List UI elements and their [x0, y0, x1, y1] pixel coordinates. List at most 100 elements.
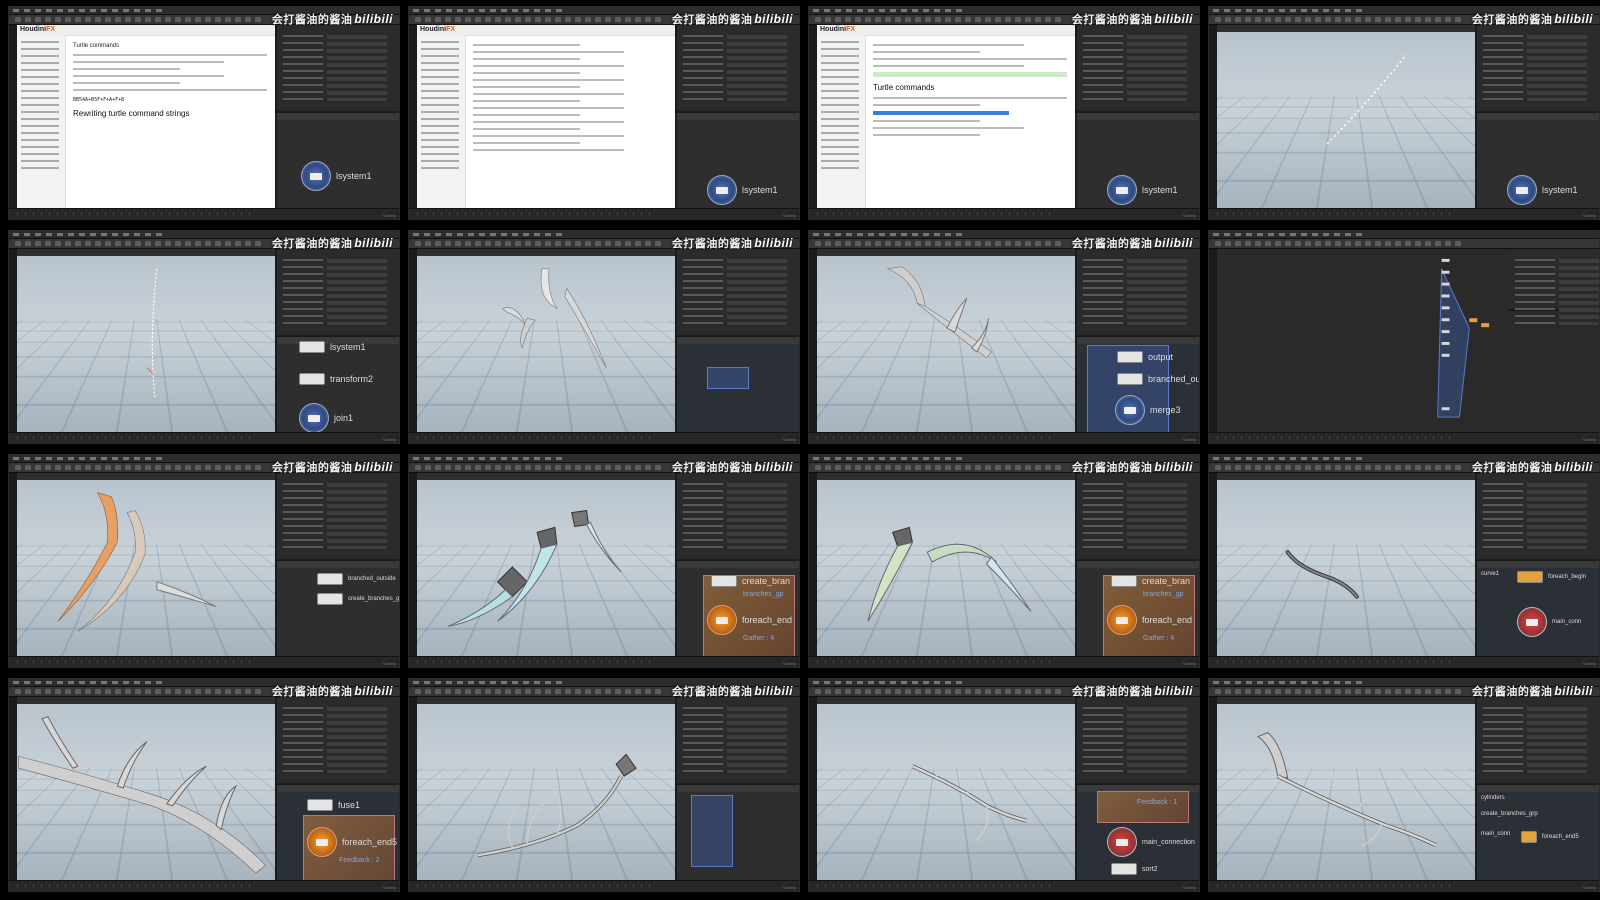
3d-viewport[interactable]	[817, 473, 1075, 656]
3d-viewport[interactable]	[17, 249, 275, 432]
timeline[interactable]	[409, 432, 799, 443]
3d-viewport[interactable]	[17, 473, 275, 656]
network-view[interactable]: lsystem1	[677, 113, 799, 208]
network-view[interactable]: output branched_outside merge3	[1077, 337, 1199, 432]
node-lsystem[interactable]: lsystem1	[299, 341, 366, 353]
network-view[interactable]: fuse1 foreach_end5 Feedback : 2	[277, 785, 399, 880]
node-main-connection[interactable]: main_conn	[1517, 607, 1581, 637]
node-branches-outside[interactable]: branched_outside	[1117, 373, 1199, 385]
timeline[interactable]	[409, 208, 799, 219]
timeline[interactable]	[9, 432, 399, 443]
thumbnail-docs-symbols[interactable]: 会打酱油的酱油 bilibili HoudiniFX lsystem1 Udemy	[408, 6, 800, 220]
network-view[interactable]: lsystem1	[1477, 113, 1599, 208]
node-lsystem[interactable]: lsystem1	[301, 161, 372, 191]
timeline[interactable]	[809, 656, 1199, 667]
node-fuse[interactable]: fuse1	[307, 799, 360, 811]
timeline[interactable]	[1209, 656, 1599, 667]
thumbnail-branch-fuse[interactable]: 会打酱油的酱油 bilibili fuse1 foreach_end5 Feed…	[8, 678, 400, 892]
node-foreach-end5[interactable]: foreach_end5	[307, 827, 397, 857]
thumbnail-single-curve[interactable]: 会打酱油的酱油 bilibili curve1 foreach_begin mai…	[1208, 454, 1600, 668]
parameter-pane[interactable]	[1477, 473, 1599, 561]
3d-viewport[interactable]	[1217, 25, 1475, 208]
node-curve[interactable]: curve1	[1481, 571, 1499, 577]
thumbnail-twisting-branches[interactable]: 会打酱油的酱油 bilibili Udemy	[408, 678, 800, 892]
thumbnail-main-connection[interactable]: 会打酱油的酱油 bilibili Feedback : 1 main_connec…	[808, 678, 1200, 892]
parameter-pane[interactable]	[1477, 697, 1599, 785]
timeline[interactable]	[809, 432, 1199, 443]
network-view-full[interactable]	[1217, 249, 1599, 432]
node-main-connection[interactable]: main_conn	[1481, 831, 1510, 837]
timeline[interactable]	[1209, 432, 1599, 443]
parameter-pane[interactable]	[277, 249, 399, 337]
help-sidebar[interactable]	[417, 35, 466, 208]
network-view[interactable]: curve1 foreach_begin main_conn	[1477, 561, 1599, 656]
network-view[interactable]: Feedback : 1 main_connection sort2	[1077, 785, 1199, 880]
node-foreach-end[interactable]: foreach_end	[707, 605, 792, 635]
network-view[interactable]: lsystem1 transform2 join1	[277, 337, 399, 432]
timeline[interactable]	[9, 880, 399, 891]
thumbnail-branch-merge[interactable]: 会打酱油的酱油bilibili output branched_outside	[808, 230, 1200, 444]
parameter-pane[interactable]	[277, 25, 399, 113]
parameter-pane[interactable]	[677, 249, 799, 337]
network-view[interactable]	[677, 785, 799, 880]
3d-viewport[interactable]	[817, 697, 1075, 880]
network-view[interactable]: branched_outside create_branches_grp	[277, 561, 399, 656]
node-foreach-end[interactable]: foreach_end5	[1521, 831, 1579, 843]
network-view[interactable]: lsystem1	[1077, 113, 1199, 208]
shelf-toolbar[interactable]	[1209, 239, 1599, 249]
timeline[interactable]	[809, 880, 1199, 891]
thumbnail-lsystem-chain[interactable]: 会打酱油的酱油 bilibili lsystem1 transform2 join…	[8, 230, 400, 444]
parameter-pane[interactable]	[1477, 25, 1599, 113]
network-view[interactable]: create_bran branches_gp foreach_end Gath…	[1077, 561, 1199, 656]
node-create-branches[interactable]: create_bran	[1111, 575, 1190, 587]
menu-bar[interactable]	[1209, 231, 1599, 239]
parameter-pane[interactable]	[677, 25, 799, 113]
node-main-connection[interactable]: main_connection	[1107, 827, 1195, 857]
node-merge[interactable]: merge3	[1115, 395, 1181, 425]
network-view[interactable]: create_bran branches_gp foreach_end Gath…	[677, 561, 799, 656]
help-sidebar[interactable]	[17, 35, 66, 208]
timeline[interactable]	[809, 208, 1199, 219]
parameter-pane[interactable]	[277, 473, 399, 561]
timeline[interactable]	[409, 880, 799, 891]
help-sidebar[interactable]	[817, 35, 866, 208]
timeline[interactable]	[409, 656, 799, 667]
node-transform[interactable]: transform2	[299, 373, 373, 385]
thumbnail-docs-turtle-commands[interactable]: 会打酱油的酱油 bilibili HoudiniFX Turtle command…	[8, 6, 400, 220]
thumbnail-final-branch[interactable]: 会打酱油的酱油 bilibili cylinders create_branche…	[1208, 678, 1600, 892]
timeline[interactable]	[9, 208, 399, 219]
timeline[interactable]	[1209, 880, 1599, 891]
network-view[interactable]: lsystem1	[277, 113, 399, 208]
parameter-pane[interactable]	[677, 697, 799, 785]
timeline[interactable]	[9, 656, 399, 667]
3d-viewport[interactable]	[417, 473, 675, 656]
node-branched-outside[interactable]: branched_outside	[317, 573, 396, 585]
parameter-pane[interactable]	[1077, 473, 1199, 561]
node-lsystem[interactable]: lsystem1	[1107, 175, 1178, 205]
node-join[interactable]: join1	[299, 403, 353, 432]
node-foreach-end[interactable]: foreach_end	[1107, 605, 1192, 635]
node-foreach-begin[interactable]: foreach_begin	[1517, 571, 1586, 583]
node-create-branches[interactable]: create_bran	[711, 575, 790, 587]
timeline[interactable]	[1209, 208, 1599, 219]
3d-viewport[interactable]	[17, 697, 275, 880]
network-view[interactable]: cylinders create_branches_grp main_conn …	[1477, 785, 1599, 880]
node-create-branches[interactable]: create_branches_grp	[1481, 811, 1538, 817]
3d-viewport[interactable]	[817, 249, 1075, 432]
3d-viewport[interactable]	[417, 249, 675, 432]
network-view[interactable]	[677, 337, 799, 432]
thumbnail-green-horns[interactable]: 会打酱油的酱油 bilibili create_bran branches_gp …	[808, 454, 1200, 668]
node-output[interactable]: output	[1117, 351, 1173, 363]
3d-viewport[interactable]	[417, 697, 675, 880]
parameter-pane[interactable]	[1077, 249, 1199, 337]
3d-viewport[interactable]	[1217, 697, 1475, 880]
parameter-pane[interactable]	[277, 697, 399, 785]
thumbnail-viewport-curve[interactable]: 会打酱油的酱油 bilibili lsystem1 Udemy	[1208, 6, 1600, 220]
thumbnail-docs-turtle[interactable]: 会打酱油的酱油 bilibili HoudiniFX Turtle command…	[808, 6, 1200, 220]
node-create-branches-grp[interactable]: create_branches_grp	[317, 593, 399, 605]
parameter-pane[interactable]	[1077, 697, 1199, 785]
thumbnail-orange-horns[interactable]: 会打酱油的酱油 bilibili branched_outside create_…	[8, 454, 400, 668]
thumbnail-network-overview[interactable]: Udemy	[1208, 230, 1600, 444]
node-cylinder[interactable]: cylinders	[1481, 795, 1505, 801]
parameter-pane[interactable]	[1077, 25, 1199, 113]
